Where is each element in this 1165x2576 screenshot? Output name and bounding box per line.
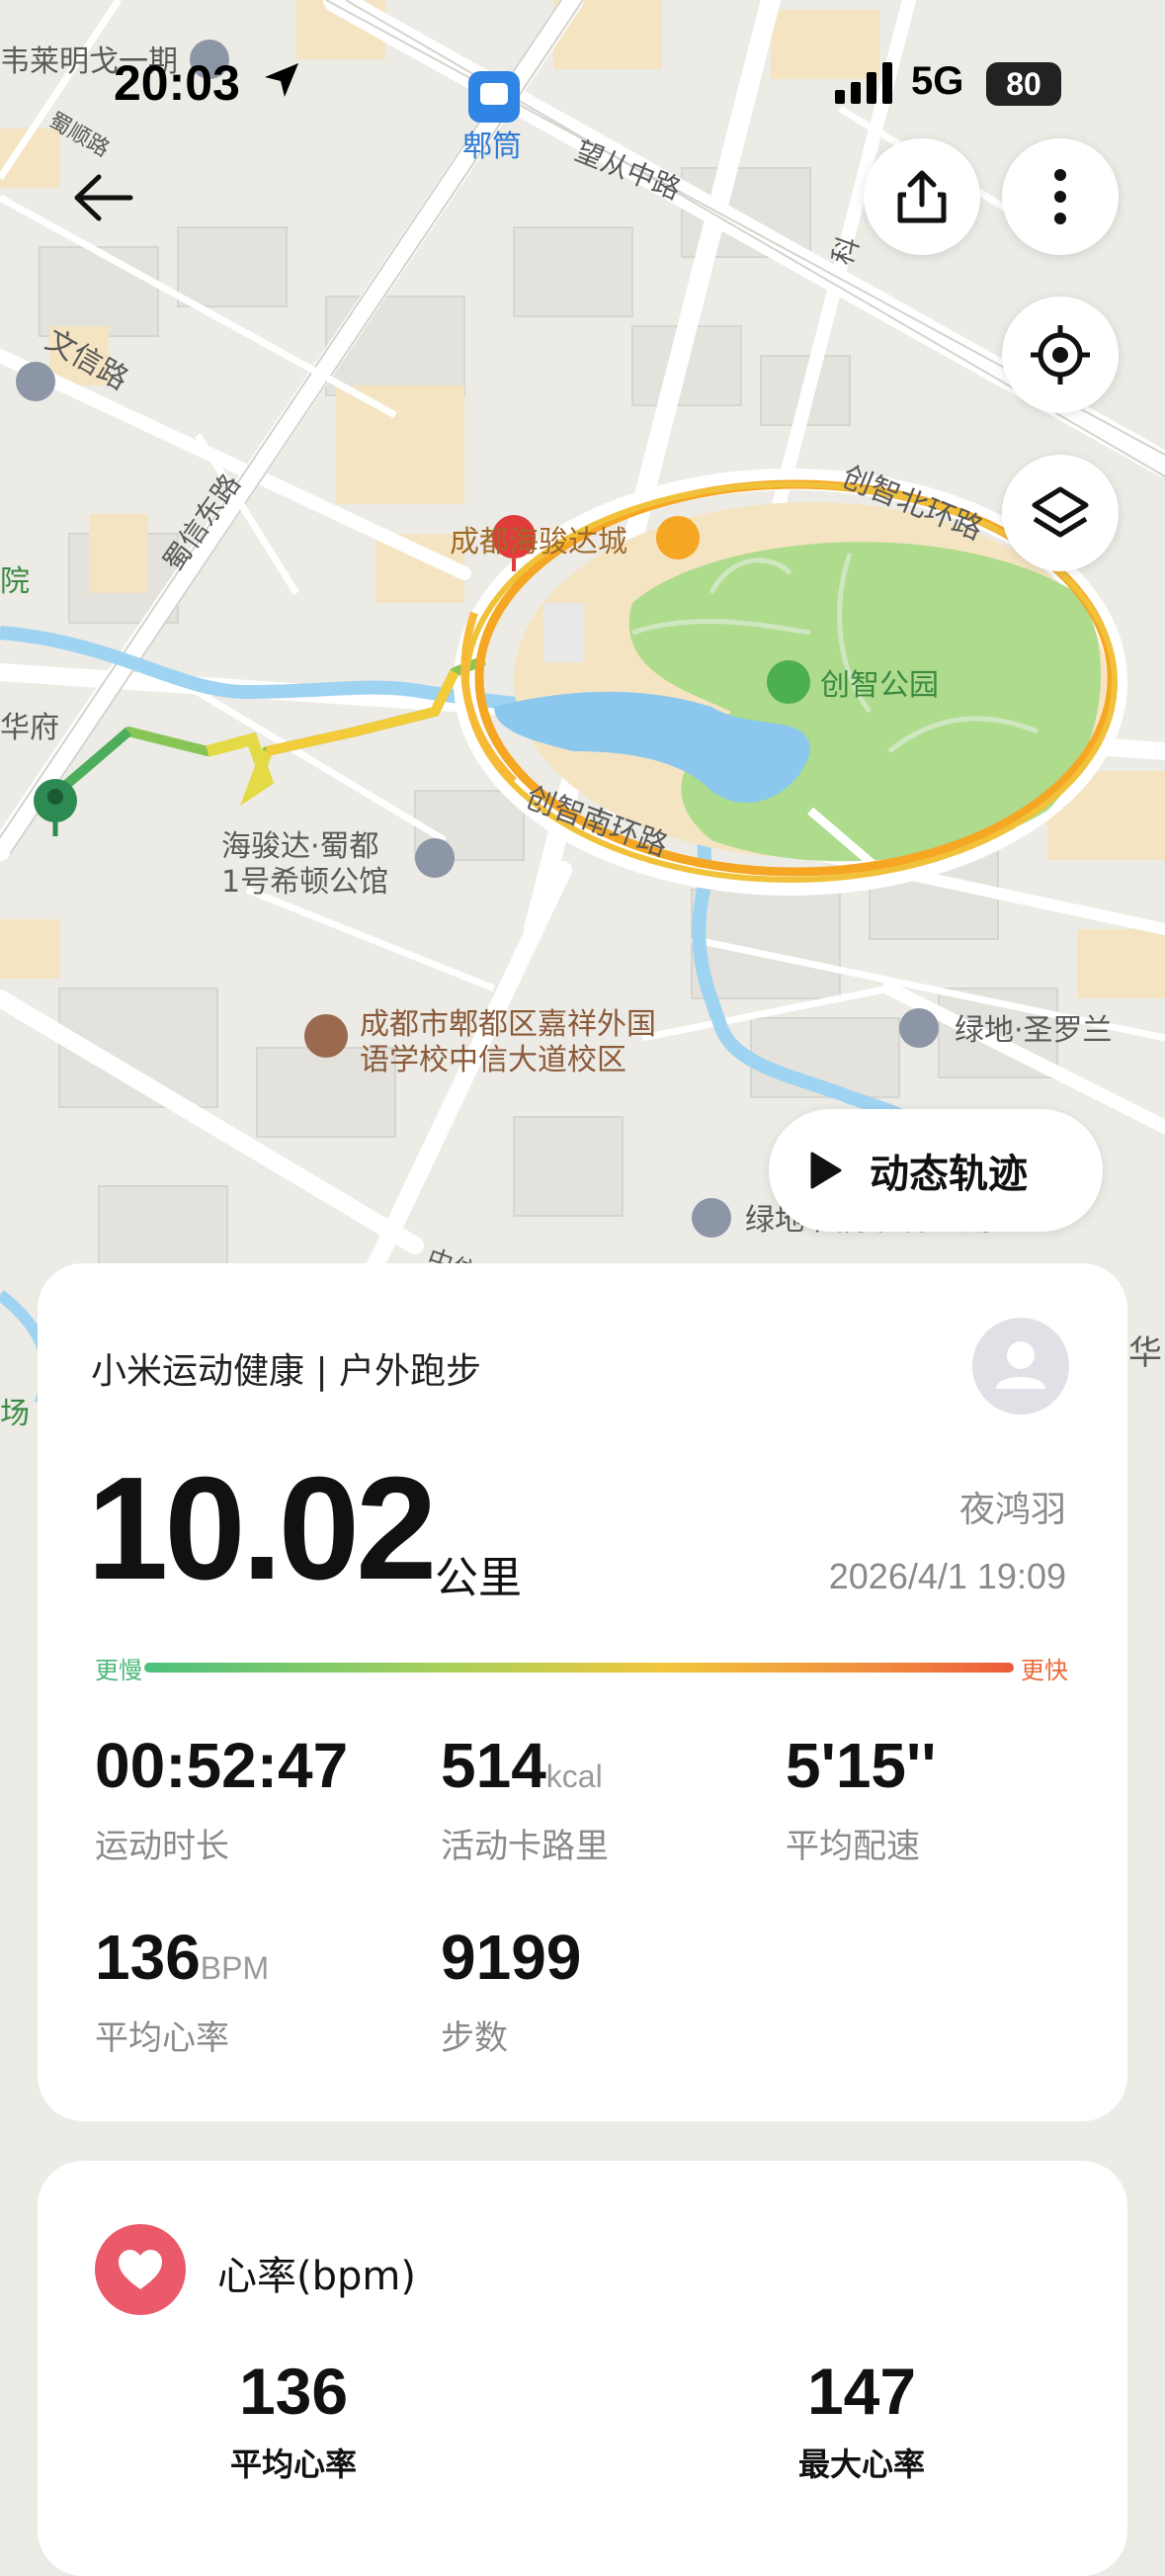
- workout-datetime: 2026/4/1 19:09: [828, 1556, 1066, 1596]
- svg-text:绿地·圣罗兰: 绿地·圣罗兰: [955, 1013, 1113, 1048]
- distance-value: 10.02: [87, 1447, 437, 1610]
- crosshair-icon: [1031, 325, 1090, 385]
- stat-avg-hr: 136BPM 平均心率: [95, 1926, 269, 2059]
- workout-summary-card: 小米运动健康 | 户外跑步 夜鸿羽 2026/4/1 19:09 10.02 公…: [38, 1263, 1127, 2121]
- svg-text:院: 院: [0, 564, 30, 599]
- hr-avg-label: 平均心率: [230, 2446, 358, 2483]
- svg-text:成都市郫都区嘉祥外国: 成都市郫都区嘉祥外国: [360, 1007, 656, 1042]
- stat-steps: 9199 步数: [441, 1926, 581, 2059]
- back-arrow-icon[interactable]: [69, 163, 138, 232]
- steps-value: 9199: [441, 1922, 582, 1993]
- svg-text:场: 场: [0, 1397, 30, 1431]
- hr-max-label: 最大心率: [798, 2446, 926, 2483]
- signal-icon: [835, 62, 892, 104]
- user-name: 夜鸿羽: [958, 1490, 1066, 1530]
- svg-text:创智公园: 创智公园: [820, 668, 939, 703]
- stat-avg-pace: 5'15'' 平均配速: [786, 1734, 936, 1867]
- heart-rate-card[interactable]: 心率(bpm) 136 平均心率 147 最大心率: [38, 2161, 1127, 2576]
- stat-calories: 514kcal 活动卡路里: [441, 1734, 609, 1867]
- pace-fast-label: 更快: [1021, 1657, 1068, 1684]
- network-type: 5G: [911, 59, 964, 103]
- play-icon: [810, 1152, 842, 1189]
- avg-pace-value: 5'15'': [786, 1730, 937, 1801]
- status-bar: 20:03 5G 80: [0, 0, 1165, 178]
- layers-icon: [1032, 486, 1089, 538]
- heart-icon: [95, 2224, 186, 2315]
- hr-avg-stat: 136 平均心率: [230, 2359, 357, 2485]
- duration-value: 00:52:47: [95, 1730, 349, 1801]
- user-avatar-icon: [996, 1341, 1045, 1389]
- dynamic-track-button[interactable]: 动态轨迹: [769, 1109, 1103, 1232]
- locate-button[interactable]: [1002, 297, 1119, 413]
- svg-text:华: 华: [1128, 1333, 1162, 1373]
- calories-unit: kcal: [545, 1759, 603, 1794]
- layers-button[interactable]: [1002, 455, 1119, 571]
- svg-text:成都海骏达城: 成都海骏达城: [450, 525, 627, 559]
- more-button[interactable]: [1002, 138, 1119, 255]
- duration-label: 运动时长: [95, 1827, 229, 1866]
- status-time: 20:03: [114, 55, 240, 111]
- share-button[interactable]: [864, 138, 980, 255]
- svg-text:海骏达·蜀都: 海骏达·蜀都: [221, 829, 379, 864]
- distance-unit: 公里: [435, 1553, 522, 1603]
- hr-max-value: 147: [806, 2355, 917, 2428]
- battery-icon: 80: [986, 62, 1061, 106]
- stat-duration: 00:52:47 运动时长: [95, 1734, 348, 1867]
- avg-hr-label: 平均心率: [95, 2018, 229, 2058]
- calories-value: 514: [441, 1730, 546, 1801]
- pace-slow-label: 更慢: [95, 1657, 142, 1684]
- avg-hr-value: 136: [95, 1922, 201, 1993]
- svg-text:1号希顿公馆: 1号希顿公馆: [221, 865, 388, 900]
- hr-max-stat: 147 最大心率: [798, 2359, 925, 2485]
- location-arrow-icon: [265, 63, 298, 97]
- avg-pace-label: 平均配速: [786, 1827, 920, 1866]
- svg-text:语学校中信大道校区: 语学校中信大道校区: [360, 1043, 626, 1077]
- app-title: 小米运动健康 | 户外跑步: [91, 1351, 482, 1392]
- more-vertical-icon: [1054, 169, 1066, 224]
- svg-text:华府: 华府: [0, 711, 59, 745]
- steps-label: 步数: [441, 2018, 508, 2058]
- pace-gradient-bar: [144, 1663, 1014, 1673]
- dynamic-track-label: 动态轨迹: [870, 1152, 1028, 1197]
- calories-label: 活动卡路里: [441, 1827, 609, 1866]
- share-icon: [897, 170, 947, 223]
- heart-rate-title: 心率(bpm): [217, 2254, 416, 2299]
- avatar[interactable]: [972, 1318, 1069, 1415]
- avg-hr-unit: BPM: [200, 1950, 270, 1986]
- hr-avg-value: 136: [238, 2355, 349, 2428]
